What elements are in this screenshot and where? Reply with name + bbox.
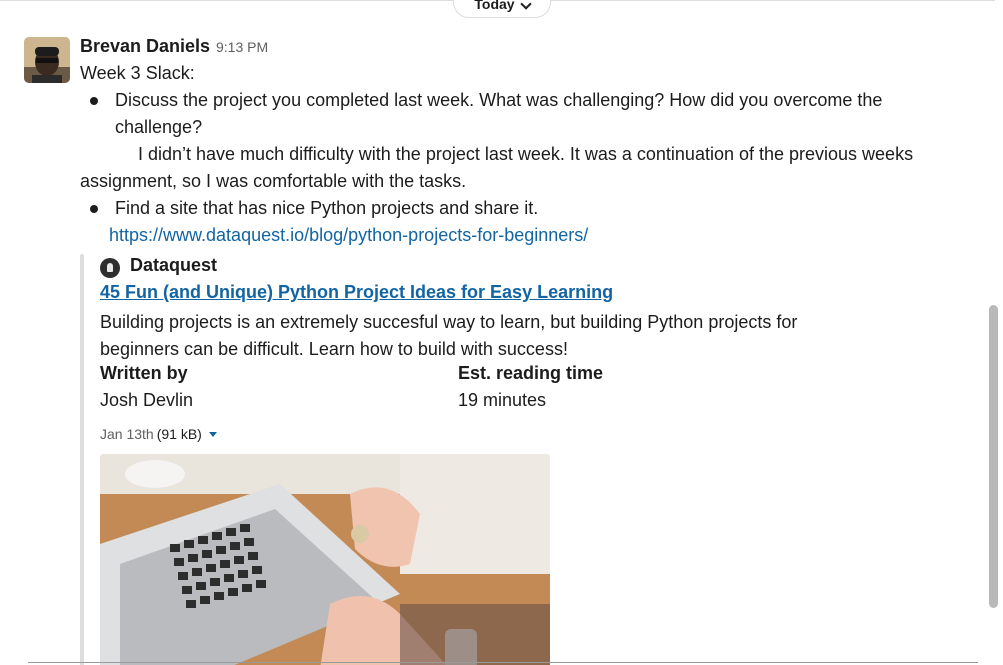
unfurl-title-link[interactable]: 45 Fun (and Unique) Python Project Ideas… — [100, 282, 613, 303]
day-divider-button[interactable]: Today — [453, 0, 551, 18]
scrollbar-thumb[interactable] — [989, 305, 998, 608]
day-divider-label: Today — [474, 0, 515, 12]
chevron-down-icon — [519, 0, 532, 10]
bullet-item-2: Find a site that has nice Python project… — [115, 198, 539, 218]
link-preview-image[interactable] — [100, 454, 550, 665]
bullet-dot — [90, 205, 98, 213]
answer-text: I didn’t have much difficulty with the p… — [80, 144, 914, 191]
bullet-dot — [90, 97, 98, 105]
field-value-author: Josh Devlin — [100, 390, 194, 410]
field-label-author: Written by — [100, 363, 188, 383]
unfurl-site-name: Dataquest — [130, 255, 218, 275]
file-date: Jan 13th — [100, 426, 154, 442]
composer-divider — [28, 662, 978, 663]
dataquest-logo-icon — [100, 258, 120, 278]
unfurl-description: Building projects is an extremely succes… — [100, 312, 798, 359]
shared-link[interactable]: https://www.dataquest.io/blog/python-pro… — [109, 222, 588, 249]
message-author[interactable]: Brevan Daniels — [80, 36, 210, 57]
message-pane: Today Brevan Daniels 9:13 PM Week 3 Slac… — [0, 0, 1003, 665]
caret-down-icon[interactable] — [208, 431, 217, 437]
field-value-reading-time: 19 minutes — [458, 390, 547, 410]
bullet-item-1: Discuss the project you completed last w… — [115, 90, 883, 137]
file-size: (91 kB) — [156, 426, 202, 442]
user-avatar[interactable] — [24, 37, 70, 83]
field-label-reading-time: Est. reading time — [458, 363, 604, 383]
file-meta[interactable]: Jan 13th (91 kB) — [100, 426, 217, 442]
attachment-border — [80, 254, 84, 665]
message-timestamp[interactable]: 9:13 PM — [216, 39, 268, 55]
message-intro: Week 3 Slack: — [80, 63, 195, 83]
